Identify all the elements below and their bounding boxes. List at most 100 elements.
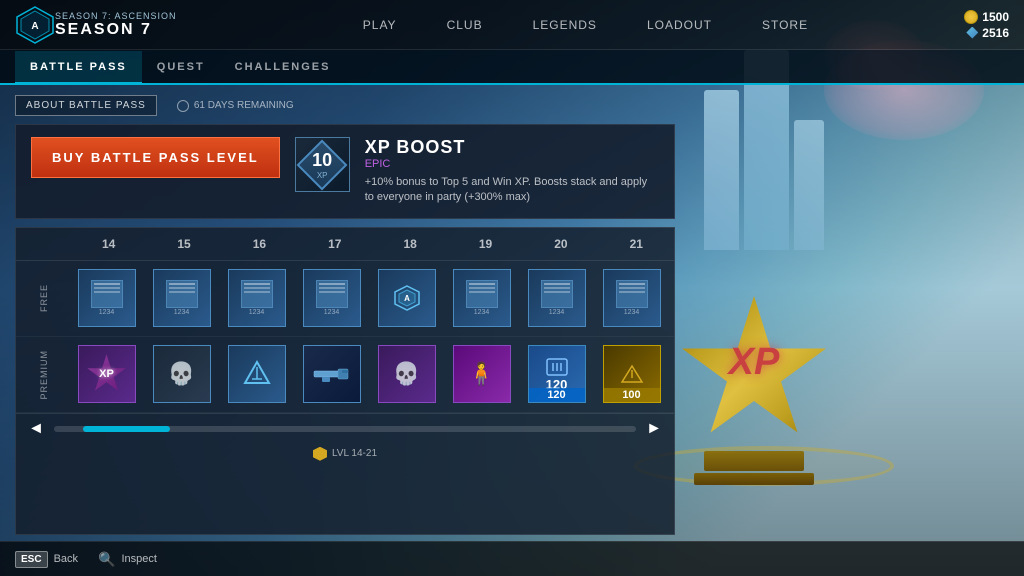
bottom-bar: ESC Back 🔍 Inspect [0,541,1024,576]
item-100-display [620,364,644,384]
boost-icon-container: 10 XP [295,137,350,192]
premium-item-21[interactable]: 100 [599,342,664,407]
currency-area: 1500 2516 [964,10,1009,40]
premium-item-16[interactable] [224,342,289,407]
apex-logo: A [15,5,55,45]
person-icon: 🧍 [468,361,495,387]
ui-container: A SEASON 7: ASCENSION SEASON 7 PLAY CLUB… [0,0,1024,576]
boost-level-display: 10 XP [312,150,332,180]
item-120-display: 120 [545,357,569,392]
premium-item-19[interactable]: 🧍 [449,342,514,407]
premium-row-label: PREMIUM [16,350,71,400]
gems-display: 2516 [966,26,1009,40]
free-label-text: FREE [39,284,49,312]
boost-rarity: EPIC [365,158,659,170]
level-15: 15 [146,234,221,254]
coins-display: 1500 [964,10,1009,24]
count-badge-100: 100 [604,388,660,402]
sub-nav: BATTLE PASS QUEST CHALLENGES [0,50,1024,85]
tab-challenges[interactable]: CHALLENGES [220,50,346,83]
free-item-16[interactable]: 1234 [224,266,289,331]
free-row-label: FREE [16,284,71,312]
level-16: 16 [222,234,297,254]
coin-amount: 1500 [982,10,1009,24]
apex-triangle-icon [242,359,272,389]
premium-label-text: PREMIUM [39,350,49,400]
level-20: 20 [523,234,598,254]
buy-battle-pass-level-button[interactable]: BUY BATTLE PASS LEVEL [31,137,280,178]
season-info: SEASON 7: ASCENSION SEASON 7 [55,11,177,39]
free-item-18[interactable]: A [374,266,439,331]
free-item-19[interactable]: 1234 [449,266,514,331]
free-item-15[interactable]: 1234 [149,266,214,331]
coin-icon [964,10,978,24]
svg-text:A: A [404,294,410,303]
level-14: 14 [71,234,146,254]
free-item-20[interactable]: 1234 [524,266,589,331]
inspect-icon: 🔍 [98,551,115,568]
content-area: ABOUT BATTLE PASS 61 DAYS REMAINING BUY … [0,85,1024,576]
scroll-track[interactable] [54,426,636,432]
skull-icon: 💀 [168,361,195,387]
esc-key: ESC [15,551,48,568]
free-item-14[interactable]: 1234 [74,266,139,331]
info-bar: ABOUT BATTLE PASS 61 DAYS REMAINING [15,95,1009,116]
level-range-label: LVL 14-21 [332,448,377,459]
premium-item-14[interactable]: XP [74,342,139,407]
boost-title: XP BOOST [365,137,659,158]
days-remaining: 61 DAYS REMAINING [177,100,294,112]
skull-purple-icon: 💀 [393,361,420,387]
svg-text:A: A [31,21,38,32]
main-panel: BUY BATTLE PASS LEVEL 10 XP [15,124,1009,535]
nav-play[interactable]: PLAY [358,13,402,37]
nav-legends[interactable]: LEGENDS [528,13,602,37]
scroll-right-arrow[interactable]: ► [644,420,664,438]
top-bar: A SEASON 7: ASCENSION SEASON 7 PLAY CLUB… [0,0,1024,50]
free-row: FREE 1234 [16,261,674,337]
free-item-17[interactable]: 1234 [299,266,364,331]
free-item-21[interactable]: 1234 [599,266,664,331]
xp-boost-bar: BUY BATTLE PASS LEVEL 10 XP [15,124,675,219]
gem-amount: 2516 [982,26,1009,40]
clock-icon [177,100,189,112]
level-17: 17 [297,234,372,254]
level-18: 18 [373,234,448,254]
tab-battle-pass[interactable]: BATTLE PASS [15,51,142,84]
free-row-items: 1234 1234 [71,266,674,331]
scroll-left-arrow[interactable]: ◄ [26,420,46,438]
nav-store[interactable]: STORE [757,13,813,37]
scroll-area: ◄ ► [16,413,674,444]
nav-club[interactable]: CLUB [442,13,488,37]
scroll-thumb [83,426,170,432]
season-subtitle: SEASON 7: ASCENSION [55,11,177,21]
main-nav: PLAY CLUB LEGENDS LOADOUT STORE [207,13,965,37]
count-badge-120: 120 [529,388,585,402]
level-grid-container: 14 15 16 17 18 19 20 21 FREE [15,227,675,535]
season-title: SEASON 7 [55,21,177,39]
nav-loadout[interactable]: LOADOUT [642,13,717,37]
inspect-label: Inspect [121,553,156,565]
about-battle-pass-button[interactable]: ABOUT BATTLE PASS [15,95,157,116]
gem-icon [966,27,978,39]
premium-item-20[interactable]: 120 120 [524,342,589,407]
boost-info: XP BOOST EPIC +10% bonus to Top 5 and Wi… [365,137,659,206]
premium-row-items: XP 💀 [71,342,674,407]
premium-item-15[interactable]: 💀 [149,342,214,407]
level-indicator: LVL 14-21 [16,444,674,464]
premium-item-18[interactable]: 💀 [374,342,439,407]
back-label: Back [54,553,78,565]
premium-item-17[interactable] [299,342,364,407]
level-grid-header: 14 15 16 17 18 19 20 21 [16,228,674,261]
inspect-button[interactable]: 🔍 Inspect [98,551,157,568]
level-21: 21 [599,234,674,254]
level-numbers: 14 15 16 17 18 19 20 21 [71,234,674,254]
back-button[interactable]: ESC Back [15,551,78,568]
premium-row: PREMIUM XP [16,337,674,413]
left-panel: BUY BATTLE PASS LEVEL 10 XP [15,124,675,535]
level-icon [313,447,327,461]
level-19: 19 [448,234,523,254]
level-label-col [16,234,71,254]
boost-description: +10% bonus to Top 5 and Win XP. Boosts s… [365,175,659,206]
tab-quest[interactable]: QUEST [142,50,220,83]
gun-icon [312,364,352,384]
